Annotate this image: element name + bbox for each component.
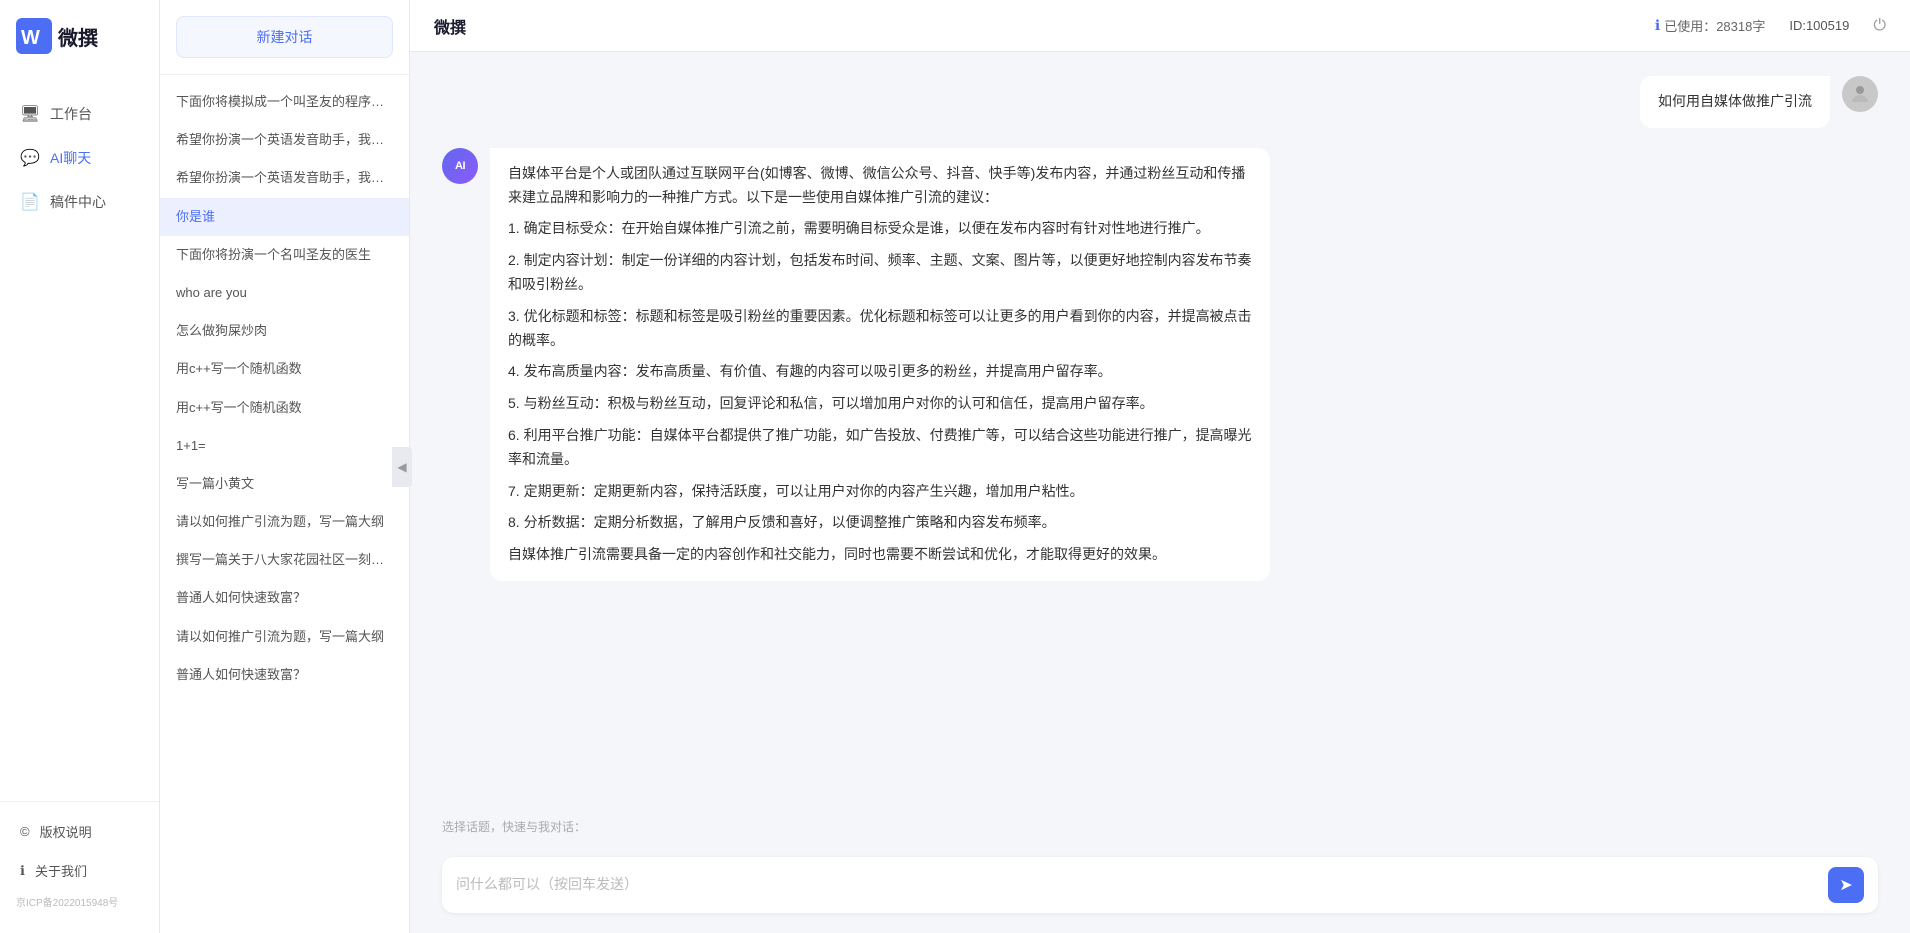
components-icon: 📄 bbox=[20, 192, 40, 212]
quick-reply-label: 选择话题，快速与我对话： bbox=[442, 818, 1878, 835]
page-title: 微撰 bbox=[434, 14, 466, 38]
message-row-assistant: AI 自媒体平台是个人或团队通过互联网平台(如博客、微博、微信公众号、抖音、快手等… bbox=[442, 148, 1878, 581]
chat-list-item[interactable]: 写一篇小黄文 bbox=[160, 465, 409, 503]
chat-list-item[interactable]: 下面你将模拟成一个叫圣友的程序员，我说... bbox=[160, 83, 409, 121]
sidebar-item-ai-chat[interactable]: 💬 AI聊天 bbox=[0, 136, 159, 180]
char-count: ℹ 已使用：28318字 bbox=[1655, 16, 1765, 35]
footer-about-label: 关于我们 bbox=[35, 861, 87, 880]
chat-list-item[interactable]: 下面你将扮演一个名叫圣友的医生 bbox=[160, 236, 409, 274]
ai-chat-icon: 💬 bbox=[20, 148, 40, 168]
sidebar-item-components[interactable]: 📄 稿件中心 bbox=[0, 180, 159, 224]
ai-avatar: AI bbox=[442, 148, 478, 184]
brand-title: 微撰 bbox=[58, 22, 98, 51]
chat-list-panel: 新建对话 下面你将模拟成一个叫圣友的程序员，我说...希望你扮演一个英语发音助手… bbox=[160, 0, 410, 933]
footer-copyright-label: 版权说明 bbox=[40, 822, 92, 841]
user-avatar bbox=[1842, 76, 1878, 112]
chat-list-item[interactable]: 希望你扮演一个英语发音助手，我提供给你... bbox=[160, 159, 409, 197]
chat-list-item[interactable]: 希望你扮演一个英语发音助手，我提供给你... bbox=[160, 121, 409, 159]
input-area: ➤ bbox=[410, 849, 1910, 933]
char-count-label: 已使用：28318字 bbox=[1664, 16, 1765, 35]
chat-list-item[interactable]: 你是谁 bbox=[160, 198, 409, 236]
send-button[interactable]: ➤ bbox=[1828, 867, 1864, 903]
chat-list-header: 新建对话 bbox=[160, 0, 409, 75]
sidebar-item-components-label: 稿件中心 bbox=[50, 192, 106, 212]
char-count-icon: ℹ bbox=[1655, 17, 1660, 34]
sidebar-item-workspace[interactable]: 🖥 工作台 bbox=[0, 92, 159, 136]
input-box: ➤ bbox=[442, 857, 1878, 913]
chat-list-item[interactable]: 请以如何推广引流为题，写一篇大纲 bbox=[160, 503, 409, 541]
top-bar-right: ℹ 已使用：28318字 ID:100519 ⏻ bbox=[1655, 16, 1886, 35]
chat-list-item[interactable]: 撰写一篇关于八大家花园社区一刻钟便民生... bbox=[160, 541, 409, 579]
quick-reply-area: 选择话题，快速与我对话： bbox=[410, 806, 1910, 849]
brand-logo: W 微撰 bbox=[0, 0, 114, 72]
main-chat-area: 微撰 ℹ 已使用：28318字 ID:100519 ⏻ 如何用自媒体做推广引流 A… bbox=[410, 0, 1910, 933]
icp-text: 京ICP备2022015948号 bbox=[0, 890, 159, 913]
chat-list-item[interactable]: 怎么做狗屎炒肉 bbox=[160, 312, 409, 350]
footer-item-about[interactable]: ℹ 关于我们 bbox=[0, 851, 159, 890]
chat-list-item[interactable]: 用c++写一个随机函数 bbox=[160, 350, 409, 388]
workspace-icon: 🖥 bbox=[20, 104, 40, 124]
collapse-sidebar-button[interactable]: ◀ bbox=[392, 447, 412, 487]
logout-button[interactable]: ⏻ bbox=[1873, 17, 1886, 35]
top-bar: 微撰 ℹ 已使用：28318字 ID:100519 ⏻ bbox=[410, 0, 1910, 52]
sidebar-footer: © 版权说明 ℹ 关于我们 京ICP备2022015948号 bbox=[0, 801, 159, 933]
footer-item-copyright[interactable]: © 版权说明 bbox=[0, 812, 159, 851]
user-id-label: ID:100519 bbox=[1789, 18, 1849, 33]
ai-message-bubble: 自媒体平台是个人或团队通过互联网平台(如博客、微博、微信公众号、抖音、快手等)发… bbox=[490, 148, 1270, 581]
svg-text:W: W bbox=[21, 27, 40, 49]
copyright-icon: © bbox=[20, 824, 30, 839]
message-row-user: 如何用自媒体做推广引流 bbox=[442, 76, 1878, 128]
send-icon: ➤ bbox=[1839, 875, 1852, 895]
new-chat-button[interactable]: 新建对话 bbox=[176, 16, 393, 58]
chat-messages: 如何用自媒体做推广引流 AI 自媒体平台是个人或团队通过互联网平台(如博客、微博、微… bbox=[410, 52, 1910, 806]
brand-logo-icon: W bbox=[16, 18, 52, 54]
chat-list-item[interactable]: who are you bbox=[160, 274, 409, 312]
chat-list-item[interactable]: 1+1= bbox=[160, 427, 409, 465]
sidebar-item-ai-chat-label: AI聊天 bbox=[50, 148, 91, 168]
chat-list-item[interactable]: 请以如何推广引流为题，写一篇大纲 bbox=[160, 618, 409, 656]
sidebar-item-workspace-label: 工作台 bbox=[50, 104, 92, 124]
chat-list-item[interactable]: 普通人如何快速致富？ bbox=[160, 656, 409, 694]
user-message-bubble: 如何用自媒体做推广引流 bbox=[1640, 76, 1830, 128]
chat-list-item[interactable]: 用c++写一个随机函数 bbox=[160, 389, 409, 427]
chat-list: 下面你将模拟成一个叫圣友的程序员，我说...希望你扮演一个英语发音助手，我提供给… bbox=[160, 75, 409, 933]
nav-items: 🖥 工作台 💬 AI聊天 📄 稿件中心 bbox=[0, 72, 159, 801]
chat-input[interactable] bbox=[456, 871, 1818, 899]
chat-list-item[interactable]: 普通人如何快速致富？ bbox=[160, 579, 409, 617]
about-icon: ℹ bbox=[20, 863, 25, 879]
brand-sidebar: W 微撰 🖥 工作台 💬 AI聊天 📄 稿件中心 © 版权说明 ℹ 关于我们 京… bbox=[0, 0, 160, 933]
